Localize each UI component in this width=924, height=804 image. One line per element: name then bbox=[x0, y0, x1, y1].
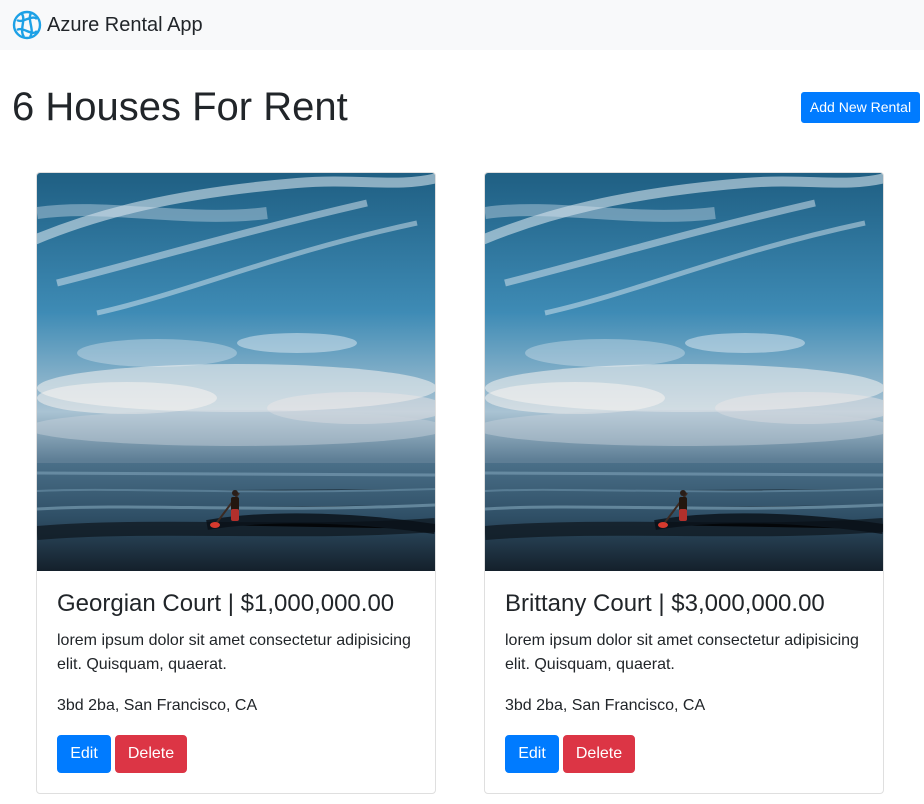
azure-globe-icon bbox=[12, 10, 42, 40]
rental-description: lorem ipsum dolor sit amet consectetur a… bbox=[57, 632, 411, 673]
rental-title: Georgian Court | $1,000,000.00 bbox=[57, 590, 395, 617]
rental-title: Brittany Court | $3,000,000.00 bbox=[505, 590, 825, 617]
rental-photo bbox=[37, 173, 435, 571]
brand-link[interactable]: Azure Rental App bbox=[12, 10, 203, 40]
brand-label: Azure Rental App bbox=[47, 14, 203, 36]
card-body: Georgian Court | $1,000,000.00 lorem ips… bbox=[57, 578, 417, 773]
rental-photo bbox=[485, 173, 883, 571]
edit-button[interactable]: Edit bbox=[57, 735, 111, 773]
edit-button[interactable]: Edit bbox=[505, 735, 559, 773]
card-actions: Edit Delete bbox=[505, 735, 865, 773]
delete-button[interactable]: Delete bbox=[563, 735, 635, 773]
card-body: Brittany Court | $3,000,000.00 lorem ips… bbox=[505, 578, 865, 773]
rental-card: Georgian Court | $1,000,000.00 lorem ips… bbox=[36, 172, 436, 794]
rental-card: Brittany Court | $3,000,000.00 lorem ips… bbox=[484, 172, 884, 794]
card-actions: Edit Delete bbox=[57, 735, 417, 773]
rental-description: lorem ipsum dolor sit amet consectetur a… bbox=[505, 632, 859, 673]
rental-location: 3bd 2ba, San Francisco, CA bbox=[57, 697, 258, 714]
add-new-rental-button[interactable]: Add New Rental bbox=[801, 92, 920, 123]
navbar: Azure Rental App bbox=[0, 0, 924, 50]
delete-button[interactable]: Delete bbox=[115, 735, 187, 773]
rental-location: 3bd 2ba, San Francisco, CA bbox=[505, 697, 706, 714]
page-title: 6 Houses For Rent bbox=[12, 85, 348, 129]
